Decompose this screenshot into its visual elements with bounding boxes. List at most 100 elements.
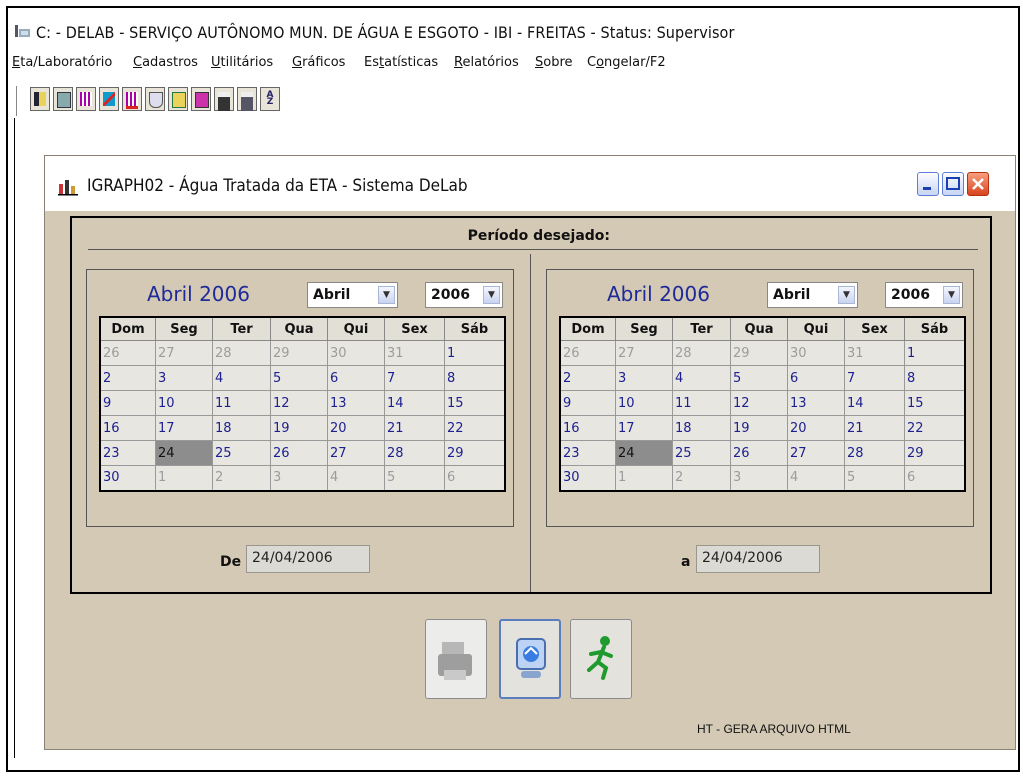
save-as-button[interactable] xyxy=(237,87,257,111)
month-select[interactable]: Abril ▼ xyxy=(307,282,398,308)
calendar-day[interactable]: 14 xyxy=(844,390,905,416)
calendar-day-outside[interactable]: 26 xyxy=(99,340,156,366)
calendar-day[interactable]: 4 xyxy=(212,365,271,391)
calendar-day[interactable]: 22 xyxy=(904,415,966,441)
calendar-day-outside[interactable]: 5 xyxy=(844,465,905,491)
calendar-day[interactable]: 20 xyxy=(787,415,845,441)
calendar-day[interactable]: 11 xyxy=(672,390,731,416)
calendar-day[interactable]: 28 xyxy=(844,440,905,466)
calendar-day[interactable]: 6 xyxy=(787,365,845,391)
calendar-day[interactable]: 27 xyxy=(327,440,385,466)
calendar-day[interactable]: 22 xyxy=(444,415,506,441)
calendar-day[interactable]: 15 xyxy=(444,390,506,416)
grid-button[interactable] xyxy=(76,87,96,111)
calendar-day[interactable]: 16 xyxy=(99,415,156,441)
menu-graficos[interactable]: Gráficos xyxy=(292,55,345,70)
inbox-button[interactable] xyxy=(145,87,165,111)
calendar-day[interactable]: 7 xyxy=(384,365,445,391)
menu-cadastros[interactable]: Cadastros xyxy=(133,55,198,70)
mail-button[interactable] xyxy=(168,87,188,111)
menu-utilitarios[interactable]: Utilitários xyxy=(211,55,273,70)
exit-button[interactable] xyxy=(30,87,50,111)
chart-button[interactable] xyxy=(99,87,119,111)
menu-sobre[interactable]: Sobre xyxy=(535,55,573,70)
year-select[interactable]: 2006 ▼ xyxy=(425,282,503,308)
calendar-day-outside[interactable]: 27 xyxy=(155,340,213,366)
calendar-day-outside[interactable]: 2 xyxy=(672,465,731,491)
calendar-day[interactable]: 5 xyxy=(270,365,328,391)
calendar-day-outside[interactable]: 29 xyxy=(270,340,328,366)
calendar-day[interactable]: 13 xyxy=(787,390,845,416)
calendar-day[interactable]: 21 xyxy=(844,415,905,441)
chevron-down-icon[interactable]: ▼ xyxy=(943,286,960,304)
calendar-day[interactable]: 12 xyxy=(270,390,328,416)
calendar-day-outside[interactable]: 6 xyxy=(444,465,506,491)
calendar-day[interactable]: 9 xyxy=(99,390,156,416)
calendar-day[interactable]: 24 xyxy=(615,440,673,466)
calendar-day[interactable]: 3 xyxy=(155,365,213,391)
sort-az-button[interactable]: AZ xyxy=(260,87,280,111)
calendar-day[interactable]: 18 xyxy=(672,415,731,441)
calendar-day[interactable]: 30 xyxy=(559,465,616,491)
book-button[interactable] xyxy=(191,87,211,111)
calendar-day[interactable]: 2 xyxy=(559,365,616,391)
calendar-day-outside[interactable]: 26 xyxy=(559,340,616,366)
calendar-day[interactable]: 21 xyxy=(384,415,445,441)
child-titlebar[interactable]: IGRAPH02 - Água Tratada da ETA - Sistema… xyxy=(45,156,1015,211)
print-button[interactable] xyxy=(425,619,487,699)
calendar-day-outside[interactable]: 27 xyxy=(615,340,673,366)
calendar-day[interactable]: 29 xyxy=(444,440,506,466)
year-select[interactable]: 2006 ▼ xyxy=(885,282,963,308)
calendar-day[interactable]: 30 xyxy=(99,465,156,491)
calendar-day[interactable]: 7 xyxy=(844,365,905,391)
minimize-button[interactable] xyxy=(917,172,939,196)
calendar-day-outside[interactable]: 4 xyxy=(787,465,845,491)
calendar-day-outside[interactable]: 1 xyxy=(155,465,213,491)
calendar-day-outside[interactable]: 5 xyxy=(384,465,445,491)
calendar-day-outside[interactable]: 28 xyxy=(212,340,271,366)
menu-eta-laboratorio[interactable]: Eta/Laboratório xyxy=(12,55,112,70)
chevron-down-icon[interactable]: ▼ xyxy=(378,286,395,304)
calendar-day[interactable]: 23 xyxy=(99,440,156,466)
maximize-button[interactable] xyxy=(942,172,964,196)
calendar-day[interactable]: 1 xyxy=(904,340,966,366)
calendar-day-outside[interactable]: 30 xyxy=(327,340,385,366)
calendar-day[interactable]: 24 xyxy=(155,440,213,466)
chevron-down-icon[interactable]: ▼ xyxy=(838,286,855,304)
calendar-day-outside[interactable]: 1 xyxy=(615,465,673,491)
calendar-day-outside[interactable]: 30 xyxy=(787,340,845,366)
calendar-day[interactable]: 17 xyxy=(615,415,673,441)
calendar-day-outside[interactable]: 2 xyxy=(212,465,271,491)
menu-estatisticas[interactable]: Estatísticas xyxy=(364,55,438,70)
calendar-day[interactable]: 23 xyxy=(559,440,616,466)
calendar-day[interactable]: 16 xyxy=(559,415,616,441)
calendar-day[interactable]: 11 xyxy=(212,390,271,416)
calendar-day[interactable]: 1 xyxy=(444,340,506,366)
calendar-day-outside[interactable]: 29 xyxy=(730,340,788,366)
calendar-day[interactable]: 10 xyxy=(155,390,213,416)
exit-run-button[interactable] xyxy=(570,619,632,699)
calendar-day[interactable]: 26 xyxy=(730,440,788,466)
calendar-day[interactable]: 13 xyxy=(327,390,385,416)
calendar-day[interactable]: 25 xyxy=(212,440,271,466)
menu-congelar[interactable]: Congelar/F2 xyxy=(587,55,666,70)
calendar-day[interactable]: 8 xyxy=(904,365,966,391)
calendar-day[interactable]: 2 xyxy=(99,365,156,391)
save-button[interactable] xyxy=(214,87,234,111)
calendar-day-outside[interactable]: 28 xyxy=(672,340,731,366)
menu-relatorios[interactable]: Relatórios xyxy=(454,55,519,70)
calendar-day[interactable]: 29 xyxy=(904,440,966,466)
calendar-day[interactable]: 27 xyxy=(787,440,845,466)
calendar-day[interactable]: 25 xyxy=(672,440,731,466)
grid-red-button[interactable] xyxy=(122,87,142,111)
calendar-day[interactable]: 28 xyxy=(384,440,445,466)
calendar-day[interactable]: 19 xyxy=(270,415,328,441)
calendar-day[interactable]: 6 xyxy=(327,365,385,391)
chevron-down-icon[interactable]: ▼ xyxy=(483,286,500,304)
calendar-day-outside[interactable]: 31 xyxy=(384,340,445,366)
close-button[interactable] xyxy=(967,172,989,196)
calendar-day[interactable]: 9 xyxy=(559,390,616,416)
calendar-day[interactable]: 12 xyxy=(730,390,788,416)
calendar-day[interactable]: 5 xyxy=(730,365,788,391)
calendar-day-outside[interactable]: 3 xyxy=(270,465,328,491)
